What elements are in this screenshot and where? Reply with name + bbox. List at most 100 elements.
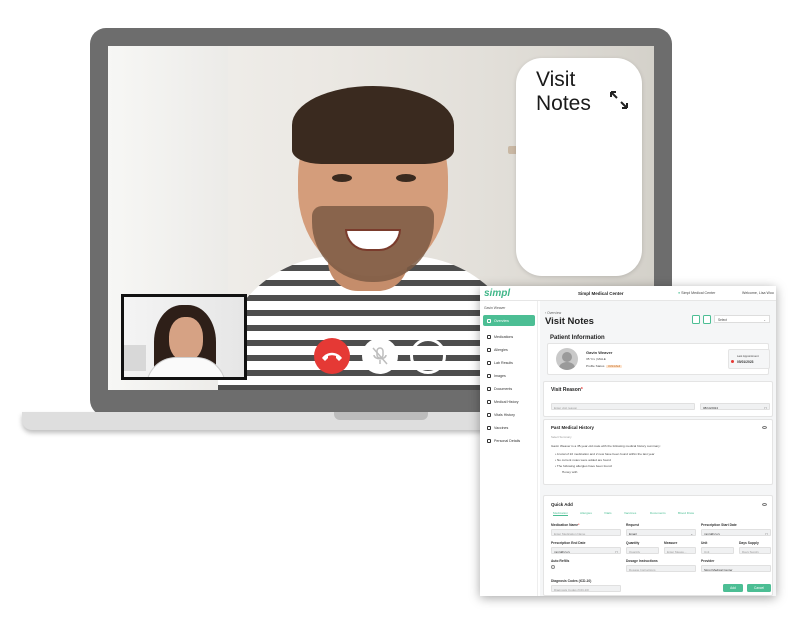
hang-up-button[interactable] xyxy=(314,338,350,374)
header-select[interactable]: Select ⌄ xyxy=(714,315,770,323)
location-pin-icon: ● xyxy=(678,291,681,295)
heartbeat-icon xyxy=(487,412,491,417)
prescription-end-label: Prescription End Date xyxy=(551,541,586,545)
tab-vitals[interactable]: Vitals xyxy=(604,511,612,515)
allergy-icon xyxy=(487,347,491,352)
unit-input[interactable]: Unit xyxy=(701,547,734,554)
quantity-input[interactable]: Quantity xyxy=(626,547,659,554)
auto-refills-radio[interactable] xyxy=(551,565,555,569)
patient-age-gender: 35 Yrs | MALE xyxy=(586,357,606,361)
days-supply-label: Days Supply xyxy=(739,541,759,545)
add-button[interactable]: Add xyxy=(723,584,743,592)
prescription-end-input[interactable]: mm/dd/yyyy ▢ xyxy=(551,547,621,554)
location-selector[interactable]: ● Simpl Medical Center xyxy=(678,291,715,295)
eye-icon[interactable] xyxy=(762,426,767,429)
expand-icon[interactable] xyxy=(609,90,629,110)
patient-information-card: Patient Information Gavin Weaver 35 Yrs … xyxy=(543,329,773,377)
microphone-off-icon xyxy=(372,347,388,365)
medication-name-label: Medication Name* xyxy=(551,523,580,527)
dosage-label: Dosage Instructions xyxy=(626,559,658,563)
calendar-icon: ▢ xyxy=(615,550,618,554)
tab-documents[interactable]: Documents xyxy=(650,511,666,515)
cancel-button[interactable]: Cancel xyxy=(747,584,771,592)
last-appointment-label: Last Appointment xyxy=(737,354,759,358)
tab-blood-draw[interactable]: Blood Draw xyxy=(678,511,694,515)
status-badge: Unfinished xyxy=(606,364,622,369)
user-icon xyxy=(487,438,491,443)
app-logo[interactable]: simpl xyxy=(484,288,510,299)
pill-icon xyxy=(487,334,491,339)
history-bullet: • A total of 22 medication and 2 new hav… xyxy=(555,452,655,456)
quantity-label: Quantity xyxy=(626,541,640,545)
tab-vaccines[interactable]: Vaccines xyxy=(624,511,636,515)
mute-button[interactable] xyxy=(362,338,398,374)
tab-medication[interactable]: Medication xyxy=(553,511,568,516)
overview-icon xyxy=(487,318,491,323)
dosage-input[interactable]: Dosage Instructions xyxy=(626,565,696,572)
sidebar-item-vitals-history[interactable]: Vitals History xyxy=(483,409,535,420)
provider-label: Provider xyxy=(701,559,715,563)
unit-label: Unit xyxy=(701,541,708,545)
past-medical-history-title: Past Medical History xyxy=(551,425,594,430)
calendar-icon: ▢ xyxy=(765,532,768,536)
diagnosis-label: Diagnosis Codes (ICD-10) xyxy=(551,579,592,583)
flask-icon xyxy=(487,360,491,365)
quick-add-title: Quick Add xyxy=(551,502,573,507)
provider-input[interactable]: Simpl Medical Center xyxy=(701,565,771,572)
calendar-icon: ▢ xyxy=(764,406,767,410)
image-icon xyxy=(487,373,491,378)
sidebar-item-medical-history[interactable]: Medical History xyxy=(483,396,535,407)
patient-avatar xyxy=(556,348,578,370)
sidebar-item-allergies[interactable]: Allergies xyxy=(483,344,535,355)
app-main: ‹ Overview Visit Notes Select ⌄ Patient I… xyxy=(540,301,776,596)
measure-label: Measure xyxy=(664,541,678,545)
patient-summary: Gavin Weaver 35 Yrs | MALE Profile Statu… xyxy=(547,343,770,375)
chevron-down-icon: ⌄ xyxy=(690,532,693,536)
visit-notes-app: simpl Simpl Medical Center ● Simpl Medic… xyxy=(480,286,776,596)
sidebar-item-lab-results[interactable]: Lab Results xyxy=(483,357,535,368)
visit-notes-overlay[interactable]: Visit Notes xyxy=(516,58,642,276)
app-sidebar: Gavin Weaver Overview Medications Allerg… xyxy=(480,301,538,596)
sidebar-item-vaccines[interactable]: Vaccines xyxy=(483,422,535,433)
last-appointment-box: Last Appointment 05/01/2023 xyxy=(728,349,770,369)
back-link[interactable]: ‹ Overview xyxy=(545,311,561,315)
patient-name: Gavin Weaver xyxy=(586,350,613,355)
tab-allergies[interactable]: Allergies xyxy=(580,511,592,515)
document-icon xyxy=(487,386,491,391)
sidebar-item-images[interactable]: Images xyxy=(483,370,535,381)
eye-icon[interactable] xyxy=(762,503,767,506)
prescription-start-input[interactable]: mm/dd/yyyy ▢ xyxy=(701,529,771,536)
self-view-video[interactable] xyxy=(121,294,247,380)
history-intro: Gavin Weaver is a 35-year-old male with … xyxy=(551,444,661,448)
visit-date-input[interactable]: 08/14/2024 ▢ xyxy=(700,403,770,410)
alert-dot-icon xyxy=(731,360,734,363)
measure-select[interactable]: Enter Measu... xyxy=(664,547,696,554)
sidebar-item-personal-details[interactable]: Personal Details xyxy=(483,435,535,446)
sidebar-item-medications[interactable]: Medications xyxy=(483,331,535,342)
past-medical-history-card: Past Medical History Select Summary Gavi… xyxy=(543,419,773,485)
phone-hangup-icon xyxy=(322,352,342,361)
history-subtitle: Select Summary xyxy=(551,435,572,439)
visit-reason-input[interactable]: Enter visit reason xyxy=(551,403,695,410)
days-supply-input[interactable]: Days Supply xyxy=(739,547,771,554)
sidebar-item-documents[interactable]: Documents xyxy=(483,383,535,394)
profile-status: Profile Status Unfinished xyxy=(586,364,622,369)
welcome-user[interactable]: Welcome, Lisa Woo xyxy=(742,291,774,295)
history-bullet: • The following allergies have been foun… xyxy=(555,464,613,468)
visit-reason-title: Visit Reason* xyxy=(551,387,583,393)
print-icon[interactable] xyxy=(692,315,700,324)
visit-reason-card: Visit Reason* Enter visit reason 08/14/2… xyxy=(543,381,773,417)
visit-notes-overlay-title: Visit Notes xyxy=(536,68,591,115)
sidebar-patient-name: Gavin Weaver xyxy=(484,306,506,310)
delete-icon[interactable] xyxy=(703,315,711,324)
app-center-title: Simpl Medical Center xyxy=(578,291,624,296)
prescription-start-label: Prescription Start Date xyxy=(701,523,737,527)
diagnosis-input[interactable]: Diagnosis Codes (ICD-10) xyxy=(551,585,621,592)
medication-name-input[interactable]: Enter Medication Name xyxy=(551,529,621,536)
camera-toggle-button[interactable] xyxy=(410,338,446,374)
patient-information-title: Patient Information xyxy=(550,335,605,341)
last-appointment-value: 05/01/2023 xyxy=(737,360,754,364)
sidebar-item-overview[interactable]: Overview xyxy=(483,315,535,326)
request-select[interactable]: Email ⌄ xyxy=(626,529,696,536)
syringe-icon xyxy=(487,425,491,430)
